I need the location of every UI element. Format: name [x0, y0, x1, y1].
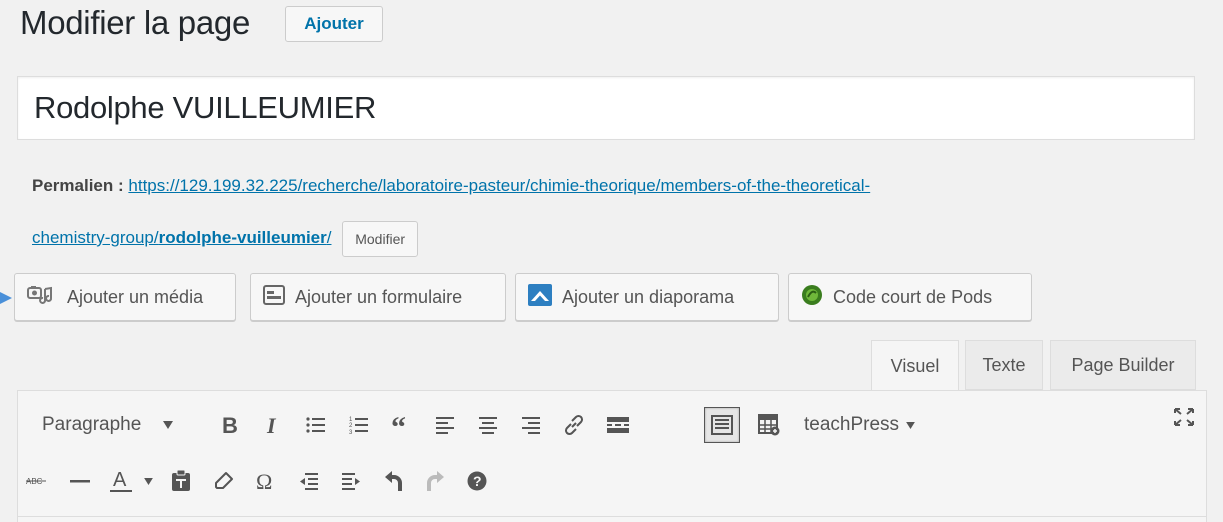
svg-text:3: 3 — [349, 430, 353, 435]
tab-visual[interactable]: Visuel — [871, 340, 959, 392]
add-media-label: Ajouter un média — [67, 286, 204, 307]
permalink-box: Permalien : https://129.199.32.225/reche… — [32, 160, 1212, 264]
add-form-label: Ajouter un formulaire — [295, 286, 463, 307]
svg-text:2: 2 — [349, 423, 353, 429]
undo-icon[interactable] — [379, 453, 409, 509]
text-color-icon[interactable]: A — [106, 453, 136, 509]
post-title-input[interactable]: Rodolphe VUILLEUMIER — [17, 76, 1195, 140]
bold-icon[interactable]: B — [214, 397, 244, 453]
add-media-button[interactable]: Ajouter un média — [14, 273, 236, 321]
horizontal-line-icon[interactable] — [65, 453, 95, 509]
align-left-icon[interactable] — [430, 397, 460, 453]
align-center-icon[interactable] — [473, 397, 503, 453]
editor-toolbar: Paragraphe B I 123 “ — [17, 390, 1207, 522]
pods-shortcode-label: Code court de Pods — [833, 286, 993, 307]
help-icon[interactable]: ? — [462, 453, 492, 509]
editor-divider — [17, 516, 1207, 517]
outdent-icon[interactable] — [294, 453, 324, 509]
bullet-list-icon[interactable] — [301, 397, 331, 453]
paste-text-icon[interactable] — [166, 453, 196, 509]
add-slideshow-label: Ajouter un diaporama — [562, 286, 735, 307]
add-slideshow-button[interactable]: Ajouter un diaporama — [515, 273, 779, 321]
blockquote-icon[interactable]: “ — [387, 397, 417, 453]
permalink-url-part2: chemistry-group/ — [32, 228, 159, 247]
edit-permalink-button[interactable]: Modifier — [342, 220, 419, 257]
align-right-icon[interactable] — [516, 397, 546, 453]
post-title-value: Rodolphe VUILLEUMIER — [34, 90, 377, 125]
indent-icon[interactable] — [336, 453, 366, 509]
special-char-icon[interactable]: Ω — [251, 453, 281, 509]
numbered-list-icon[interactable]: 123 — [344, 397, 374, 453]
clear-format-icon[interactable] — [209, 453, 239, 509]
svg-text:?: ? — [473, 473, 482, 489]
tab-text[interactable]: Texte — [965, 340, 1043, 390]
read-more-icon[interactable] — [602, 397, 634, 453]
pods-shortcode-button[interactable]: Code court de Pods — [788, 273, 1032, 321]
svg-text:Ω: Ω — [256, 470, 272, 492]
permalink-url-part1: https://129.199.32.225/recherche/laborat… — [128, 176, 871, 195]
teachpress-menu[interactable]: teachPress — [804, 397, 944, 453]
teachpress-dropdown-icon — [906, 421, 915, 429]
svg-text:“: “ — [391, 417, 406, 433]
add-new-page-button[interactable]: Ajouter — [285, 6, 383, 42]
fullscreen-icon[interactable] — [1168, 389, 1200, 445]
add-form-button[interactable]: Ajouter un formulaire — [250, 273, 506, 321]
toolbar-row-1: Paragraphe B I 123 “ — [18, 397, 1206, 453]
slideshow-icon — [528, 283, 552, 311]
teachpress-label: teachPress — [804, 414, 900, 435]
pods-icon — [801, 284, 823, 311]
format-select[interactable]: Paragraphe — [26, 397, 206, 453]
permalink-label: Permalien : — [32, 176, 124, 195]
svg-text:A: A — [113, 469, 127, 491]
tab-page-builder[interactable]: Page Builder — [1050, 340, 1196, 390]
format-select-value: Paragraphe — [42, 414, 142, 435]
page-title: Modifier la page — [20, 4, 251, 41]
form-icon — [263, 284, 285, 310]
strikethrough-icon[interactable]: ABC — [22, 453, 52, 509]
table-icon[interactable] — [753, 397, 785, 453]
svg-text:B: B — [222, 415, 237, 435]
text-color-dropdown-icon[interactable] — [138, 453, 158, 509]
redo-icon[interactable] — [420, 453, 450, 509]
permalink-slug: rodolphe-vuilleumier — [158, 228, 327, 247]
toolbar-row-2: ABC A Ω ? — [18, 453, 1206, 509]
permalink-url[interactable]: https://129.199.32.225/recherche/laborat… — [32, 176, 870, 247]
link-icon[interactable] — [558, 397, 590, 453]
permalink-url-end: / — [326, 228, 332, 247]
svg-text:I: I — [266, 415, 277, 435]
toolbar-toggle-icon[interactable] — [702, 397, 742, 453]
chevron-down-icon — [163, 421, 174, 429]
media-icon — [27, 284, 57, 311]
italic-icon[interactable]: I — [258, 397, 288, 453]
